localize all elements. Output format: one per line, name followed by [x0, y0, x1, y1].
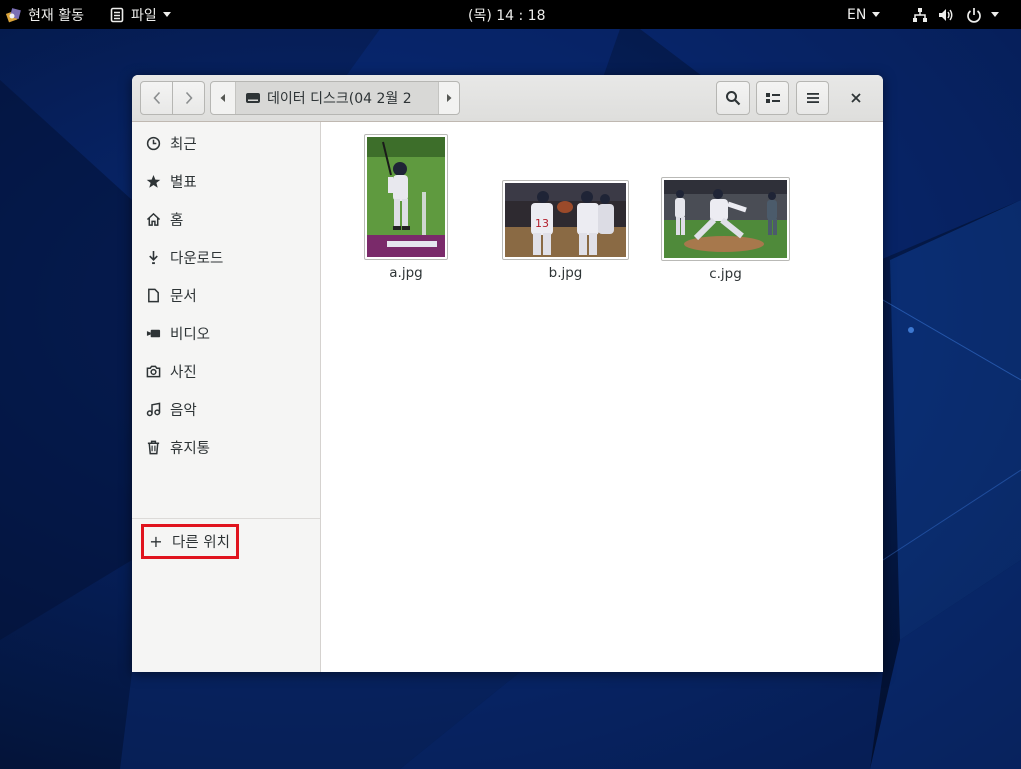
sidebar-item-home[interactable]: 홈 [132, 200, 320, 238]
sidebar-item-starred[interactable]: 별표 [132, 162, 320, 200]
search-icon [726, 91, 741, 106]
file-thumbnail [364, 134, 448, 260]
clock[interactable]: (목) 14 : 18 [468, 0, 546, 29]
file-thumbnail: 13 [502, 180, 629, 260]
download-icon [145, 249, 161, 265]
app-menu[interactable]: 파일 [110, 0, 171, 29]
trash-icon [145, 439, 161, 455]
volume-icon [939, 8, 953, 21]
path-current-button[interactable]: 데이터 디스크(04 2월 2 [235, 82, 439, 114]
back-button[interactable] [140, 81, 173, 115]
sidebar-item-label: 사진 [170, 364, 197, 381]
chevron-down-icon [872, 12, 881, 17]
sidebar-item-downloads[interactable]: 다운로드 [132, 238, 320, 276]
path-scroll-right-button[interactable] [437, 82, 459, 114]
chevron-down-icon [991, 12, 999, 17]
file-name: b.jpg [548, 265, 583, 281]
clock-label: (목) 14 : 18 [468, 7, 546, 24]
file-item[interactable]: c.jpg [661, 177, 790, 282]
sidebar-item-pictures[interactable]: 사진 [132, 352, 320, 390]
activities-label: 현재 활동 [28, 7, 84, 24]
activities-button[interactable]: 현재 활동 [6, 0, 84, 29]
sidebar-item-trash[interactable]: 휴지통 [132, 428, 320, 466]
path-bar: 데이터 디스크(04 2월 2 [210, 81, 460, 115]
chevron-left-icon [152, 91, 160, 105]
home-icon [145, 211, 161, 227]
baseball-batter-image [367, 137, 445, 257]
power-icon [967, 7, 981, 23]
files-window: 데이터 디스크(04 2월 2 최근 별표 홈 다운로드 문서 비디오 사진 음… [132, 75, 883, 672]
input-language-menu[interactable]: EN [847, 0, 881, 29]
baseball-pitcher-image [664, 180, 787, 258]
sidebar-item-label: 휴지통 [170, 440, 211, 457]
file-view: a.jpg 13 b.jpg c.jpg [321, 122, 883, 672]
sidebar-separator [132, 518, 320, 519]
close-button[interactable] [846, 88, 866, 108]
app-menu-label: 파일 [131, 7, 157, 24]
sidebar-item-label: 다운로드 [170, 250, 224, 267]
camera-icon [145, 363, 161, 379]
sidebar-item-label: 음악 [170, 402, 197, 419]
sidebar-item-label: 문서 [170, 288, 197, 305]
search-button[interactable] [716, 81, 750, 115]
file-thumbnail [661, 177, 790, 261]
triangle-right-icon [447, 94, 452, 102]
star-icon [145, 173, 161, 189]
sidebar-item-label: 최근 [170, 136, 197, 153]
sidebar-item-label: 홈 [170, 212, 184, 229]
svg-text:13: 13 [535, 217, 549, 230]
path-current-label: 데이터 디스크(04 2월 2 [267, 91, 412, 107]
sidebar: 최근 별표 홈 다운로드 문서 비디오 사진 음악 휴지통 + 다른 위치 [132, 122, 321, 672]
sidebar-item-videos[interactable]: 비디오 [132, 314, 320, 352]
document-icon [145, 287, 161, 303]
header-bar: 데이터 디스크(04 2월 2 [132, 75, 883, 122]
path-scroll-left-button[interactable] [211, 82, 235, 114]
file-item[interactable]: a.jpg [364, 134, 448, 281]
system-status-menu[interactable] [912, 0, 999, 29]
files-app-icon [110, 7, 124, 22]
chevron-down-icon [162, 12, 171, 17]
menu-button[interactable] [796, 81, 829, 115]
file-item[interactable]: 13 b.jpg [502, 180, 629, 281]
sidebar-item-label: 비디오 [170, 326, 211, 343]
music-icon [145, 401, 161, 417]
input-language-label: EN [847, 6, 867, 23]
close-icon [851, 93, 861, 103]
chevron-right-icon [185, 91, 193, 105]
sidebar-item-label: 다른 위치 [172, 535, 230, 551]
forward-button[interactable] [173, 81, 205, 115]
hamburger-icon [806, 93, 819, 103]
drive-icon [246, 93, 260, 103]
view-list-button[interactable] [756, 81, 789, 115]
file-name: c.jpg [709, 266, 742, 282]
activities-icon [6, 7, 21, 22]
plus-icon: + [149, 531, 163, 551]
sidebar-item-music[interactable]: 음악 [132, 390, 320, 428]
clock-icon [145, 135, 161, 151]
triangle-left-icon [220, 94, 225, 102]
sidebar-item-label: 별표 [170, 174, 197, 191]
baseball-players-image: 13 [505, 183, 626, 257]
sidebar-item-other-locations[interactable]: + 다른 위치 [141, 524, 239, 559]
sidebar-item-documents[interactable]: 문서 [132, 276, 320, 314]
video-icon [145, 325, 161, 341]
network-icon [913, 7, 927, 22]
top-bar: 현재 활동 파일 (목) 14 : 18 EN [0, 0, 1021, 29]
file-name: a.jpg [389, 265, 423, 281]
list-view-icon [765, 93, 780, 103]
sidebar-item-recent[interactable]: 최근 [132, 124, 320, 162]
